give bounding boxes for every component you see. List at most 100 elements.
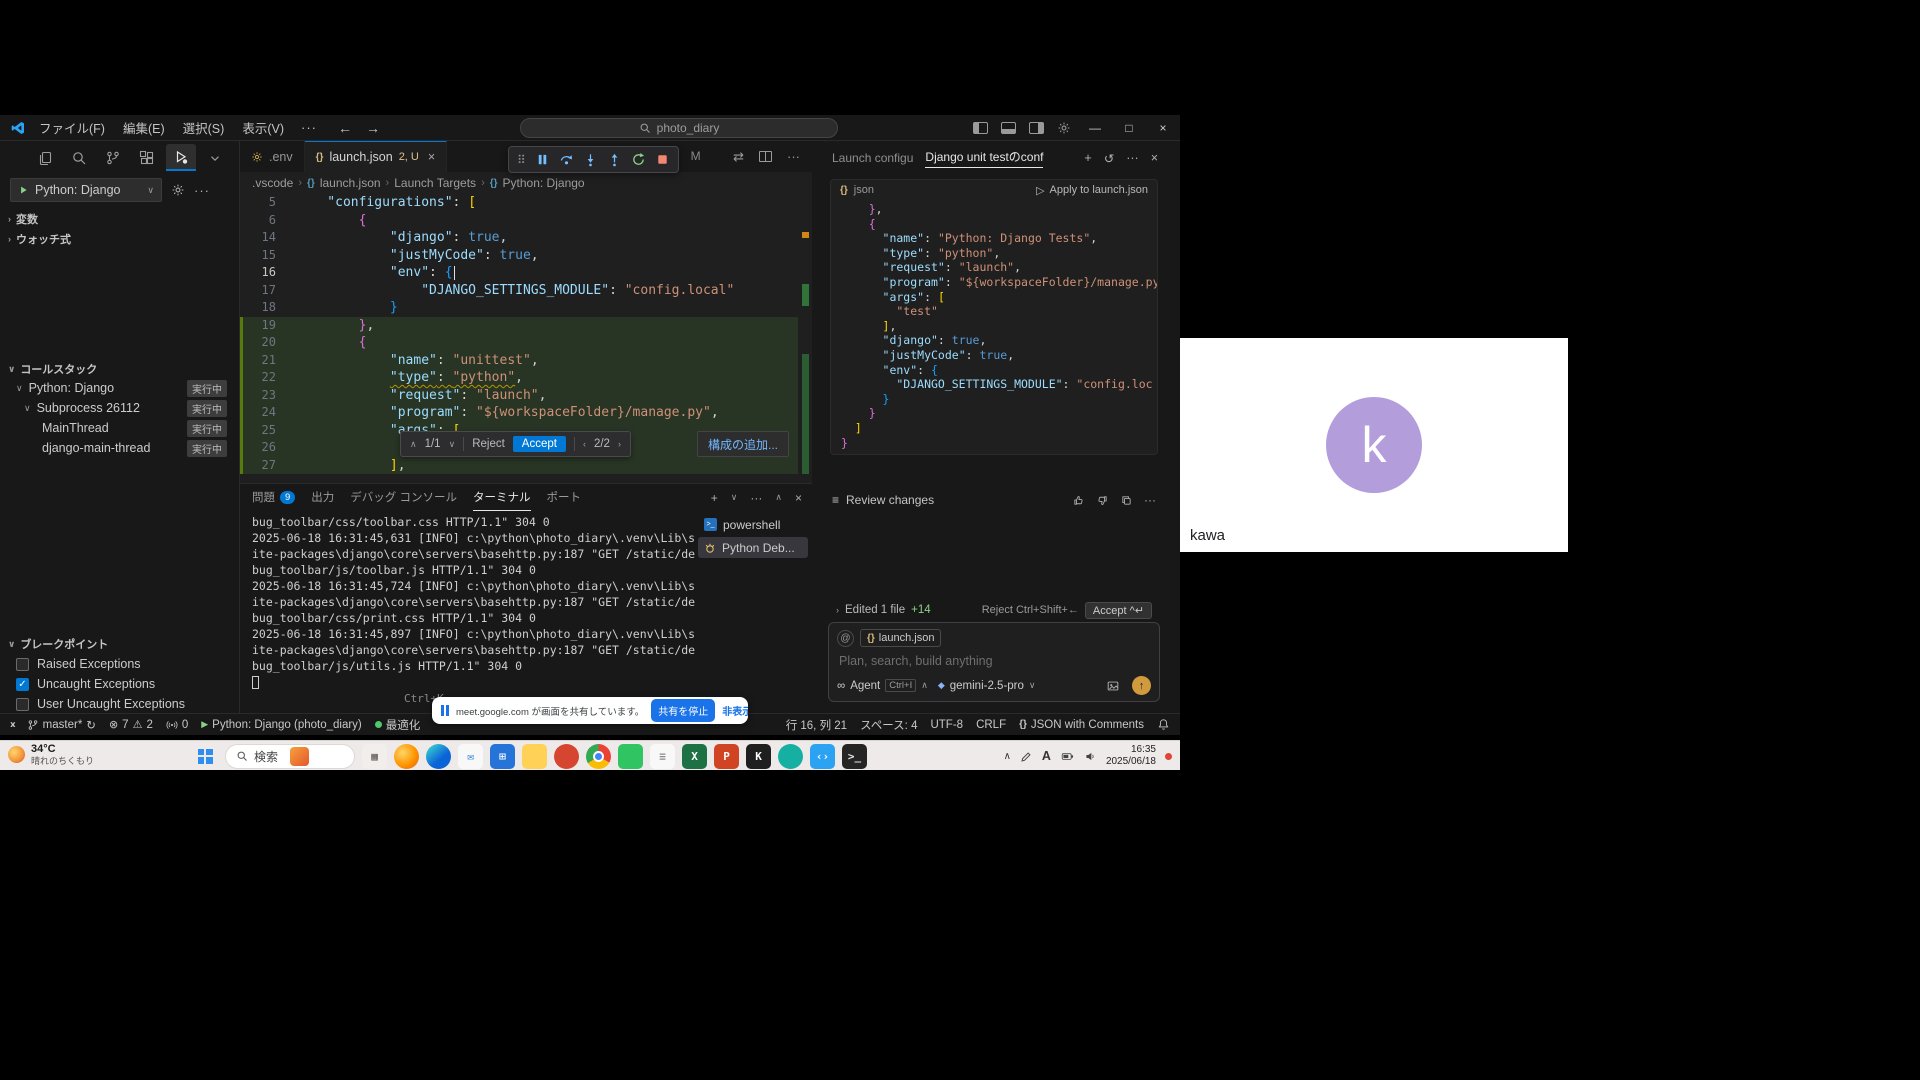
terminal-output[interactable]: bug_toolbar/css/toolbar.css HTTP/1.1" 30… — [252, 514, 696, 709]
chat-input-box[interactable]: @ {} launch.json Plan, search, build any… — [828, 622, 1160, 702]
close-button[interactable]: × — [1146, 115, 1180, 141]
chat-tab-inactive[interactable]: Launch configu — [832, 151, 913, 165]
close-tab-icon[interactable]: × — [428, 150, 435, 164]
copy-icon[interactable] — [1120, 494, 1133, 507]
chevron-right-icon[interactable]: › — [836, 605, 839, 615]
code-line-24[interactable]: 24"program": "${workspaceFolder}/manage.… — [240, 404, 798, 422]
encoding-item[interactable]: UTF-8 — [930, 719, 963, 731]
maximize-panel-icon[interactable]: ∧ — [775, 492, 782, 503]
panel-tab-問題[interactable]: 問題9 — [252, 484, 295, 511]
breakpoint-item[interactable]: Raised Exceptions — [16, 654, 141, 674]
attach-image-icon[interactable] — [1106, 679, 1120, 693]
code-line-16[interactable]: 16"env": { — [240, 264, 798, 282]
chat-tab-active[interactable]: Django unit testのconf — [925, 148, 1043, 168]
taskbar-app-widgets[interactable]: ▦ — [362, 744, 387, 769]
eol-item[interactable]: CRLF — [976, 719, 1006, 731]
speaker-icon[interactable] — [1084, 750, 1097, 763]
run-and-debug-icon[interactable] — [166, 144, 196, 171]
breadcrumb-item[interactable]: Launch Targets — [394, 176, 476, 190]
start-button[interactable] — [192, 743, 218, 769]
call-stack-item[interactable]: ∨Subprocess 26112実行中 — [0, 398, 239, 418]
battery-icon[interactable] — [1060, 750, 1075, 763]
send-button[interactable]: ↑ — [1132, 676, 1151, 695]
breakpoint-item[interactable]: User Uncaught Exceptions — [16, 694, 185, 713]
context-chip-launch-json[interactable]: {} launch.json — [860, 629, 941, 647]
hidden-icons-chevron[interactable]: ∧ — [1004, 751, 1011, 762]
reject-button[interactable]: Reject — [472, 438, 505, 450]
notification-badge[interactable] — [1165, 753, 1172, 760]
new-chat-icon[interactable]: + — [1084, 151, 1091, 165]
more-actions-icon[interactable]: ··· — [1144, 493, 1156, 507]
apply-to-file-button[interactable]: ▷ Apply to launch.json — [1036, 184, 1148, 197]
section-variables[interactable]: › 変数 — [8, 210, 38, 228]
code-line-6[interactable]: 6{ — [240, 212, 798, 230]
notifications-bell-icon[interactable] — [1157, 718, 1170, 731]
split-editor-icon[interactable] — [759, 151, 772, 162]
code-line-17[interactable]: 17"DJANGO_SETTINGS_MODULE": "config.loca… — [240, 282, 798, 300]
review-changes-label[interactable]: Review changes — [846, 493, 934, 507]
menu-overflow[interactable]: ··· — [293, 120, 325, 135]
taskbar-clock[interactable]: 16:35 2025/06/18 — [1106, 744, 1156, 769]
menu-item[interactable]: 表示(V) — [233, 118, 293, 137]
breakpoint-checkbox[interactable]: ✓ — [16, 678, 29, 691]
problems-item[interactable]: ⊗ 7 ⚠ 2 — [109, 718, 153, 731]
taskbar-app-terminal[interactable]: >_ — [842, 744, 867, 769]
reject-all-button[interactable]: Reject Ctrl+Shift+← — [982, 604, 1079, 616]
stop-icon[interactable] — [655, 152, 670, 167]
minimize-button[interactable]: — — [1078, 115, 1112, 141]
code-line-27[interactable]: 27], — [240, 457, 798, 475]
menu-item[interactable]: 選択(S) — [174, 118, 234, 137]
git-branch-item[interactable]: master* ↻ — [27, 718, 96, 732]
code-line-15[interactable]: 15"justMyCode": true, — [240, 247, 798, 265]
taskbar-app-explorer[interactable] — [522, 744, 547, 769]
panel-tab-ポート[interactable]: ポート — [547, 484, 582, 511]
terminal-item-python-debug[interactable]: Python Deb... — [698, 537, 808, 558]
more-actions-icon[interactable]: ··· — [787, 149, 800, 164]
taskbar-app-mail-red[interactable] — [554, 744, 579, 769]
toggle-panel-icon[interactable] — [1001, 122, 1016, 134]
back-icon[interactable]: ← — [338, 120, 352, 136]
taskbar-app-mail[interactable]: ✉ — [458, 744, 483, 769]
breakpoint-item[interactable]: ✓Uncaught Exceptions — [16, 674, 155, 694]
code-line-5[interactable]: 5"configurations": [ — [240, 194, 798, 212]
settings-gear-icon[interactable] — [1057, 121, 1071, 135]
tab-env[interactable]: .env — [240, 141, 305, 172]
code-line-20[interactable]: 20{ — [240, 334, 798, 352]
drag-handle[interactable]: ⠿ — [517, 153, 526, 167]
pen-icon[interactable] — [1020, 750, 1033, 763]
taskbar-app-notepad[interactable]: ≡ — [650, 744, 675, 769]
breadcrumb-item[interactable]: .vscode — [252, 176, 293, 190]
taskbar-app-vscode[interactable]: ‹› — [810, 744, 835, 769]
more-actions-icon[interactable]: ··· — [194, 183, 210, 198]
taskbar-app-k-app[interactable]: K — [746, 744, 771, 769]
search-icon[interactable] — [64, 144, 94, 171]
debug-settings-gear-icon[interactable] — [171, 183, 185, 197]
panel-tab-デバッグ コンソール[interactable]: デバッグ コンソール — [350, 484, 457, 511]
taskbar-search[interactable]: 検索 — [225, 744, 355, 769]
thumbs-down-icon[interactable] — [1096, 494, 1109, 507]
section-breakpoints[interactable]: ∨ ブレークポイント — [8, 635, 108, 653]
taskbar-app-excel[interactable]: X — [682, 744, 707, 769]
more-actions-icon[interactable]: ··· — [750, 491, 762, 505]
chevron-down-icon[interactable] — [200, 144, 230, 171]
source-control-icon[interactable] — [98, 144, 128, 171]
code-line-21[interactable]: 21"name": "unittest", — [240, 352, 798, 370]
next-change-icon[interactable]: ∨ — [449, 439, 456, 450]
model-select[interactable]: ◆ gemini-2.5-pro ∨ — [938, 680, 1036, 692]
breadcrumb-item[interactable]: Python: Django — [503, 176, 585, 190]
code-line-18[interactable]: 18} — [240, 299, 798, 317]
call-stack-item[interactable]: django-main-thread実行中 — [0, 438, 239, 458]
taskbar-app-green-app[interactable] — [618, 744, 643, 769]
next-file-icon[interactable]: › — [618, 439, 621, 449]
taskbar-app-teal-app[interactable] — [778, 744, 803, 769]
agent-mode-select[interactable]: ∞ Agent Ctrl+I ∧ — [837, 679, 928, 692]
pause-icon[interactable] — [535, 152, 550, 167]
call-stack-item[interactable]: ∨Python: Django実行中 — [0, 378, 239, 398]
step-into-icon[interactable] — [583, 152, 598, 167]
close-panel-icon[interactable]: × — [795, 491, 802, 505]
language-mode-item[interactable]: {} JSON with Comments — [1019, 719, 1144, 731]
panel-tab-出力[interactable]: 出力 — [311, 484, 334, 511]
remote-indicator[interactable]: ›‹ — [10, 719, 14, 731]
taskbar-app-edge[interactable] — [426, 744, 451, 769]
breadcrumb-item[interactable]: launch.json — [320, 176, 381, 190]
